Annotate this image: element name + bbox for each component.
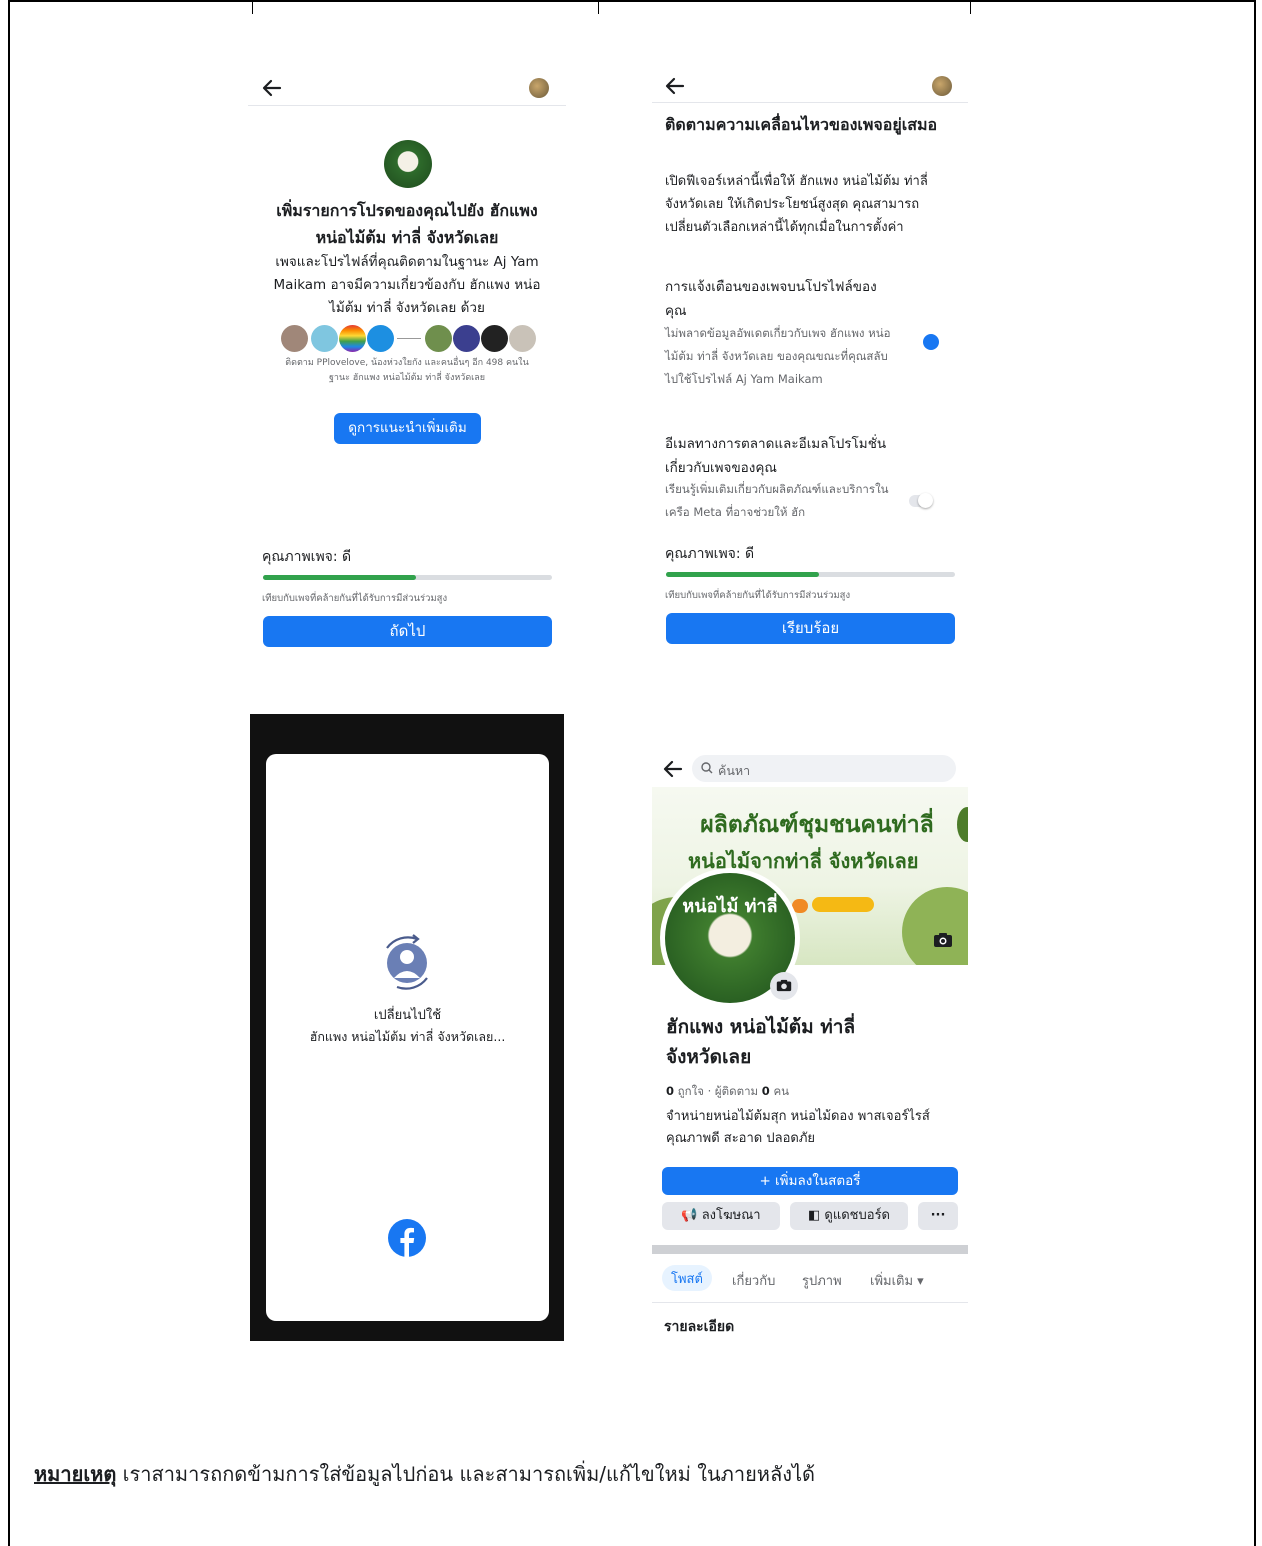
followed-avatar — [509, 325, 536, 352]
updates-description: เปิดฟีเจอร์เหล่านี้เพื่อให้ ฮักแพง หน่อไ… — [665, 174, 928, 235]
tab-more[interactable]: เพิ่มเติม ▾ — [870, 1270, 924, 1291]
screenshot-add-favorites: เพิ่มรายการโปรดของคุณไปยัง ฮักแพง หน่อไม… — [248, 65, 566, 665]
page-bio: จำหน่ายหน่อไม้ต้มสุก หน่อไม้ดอง พาสเจอร์… — [666, 1109, 930, 1146]
switching-page-name: ฮักแพง หน่อไม้ต้ม ท่าลี่ จังหวัดเลย... — [309, 1029, 506, 1044]
page-logo — [384, 140, 432, 188]
stats-separator: · — [707, 1084, 712, 1098]
dashboard-icon: ◧ — [807, 1208, 821, 1223]
screenshot-switching-profile: เปลี่ยนไปใช้ ฮักแพง หน่อไม้ต้ม ท่าลี่ จั… — [250, 714, 564, 1341]
page-stats: 0 ถูกใจ · ผู้ติดตาม 0 คน — [666, 1083, 789, 1101]
followers-unit: คน — [773, 1084, 789, 1098]
add-to-story-button[interactable]: + เพิ่มลงในสตอรี่ — [662, 1167, 958, 1195]
search-bar[interactable]: ค้นหา — [692, 755, 956, 782]
switching-label: เปลี่ยนไปใช้ — [373, 1008, 442, 1023]
footnote-label: หมายเหตุ — [34, 1462, 117, 1486]
more-options-button[interactable]: ··· — [918, 1202, 958, 1230]
followed-avatar — [311, 325, 338, 352]
likes-label: ถูกใจ — [677, 1084, 704, 1098]
page-quality-bar-fill — [263, 575, 417, 580]
followers-label: ผู้ติดตาม — [714, 1084, 759, 1098]
screenshot-page-profile: ค้นหา ผลิตภัณฑ์ชุมชนคนท่าลี่ หน่อไม้จากท… — [652, 750, 968, 1350]
megaphone-icon: 📢 — [681, 1208, 698, 1223]
search-icon — [701, 762, 713, 774]
tabs-divider — [652, 1302, 968, 1303]
table-frame — [8, 0, 1256, 1546]
switching-card: เปลี่ยนไปใช้ ฮักแพง หน่อไม้ต้ม ท่าลี่ จั… — [266, 754, 549, 1321]
header-divider — [248, 105, 566, 106]
likes-count: 0 — [666, 1084, 675, 1098]
page-name: ฮักแพง หน่อไม้ต้ม ท่าลี่ จังหวัดเลย — [666, 1016, 856, 1068]
updates-title: ติดตามความเคลื่อนไหวของเพจอยู่เสมอ — [665, 115, 938, 134]
page-quality-note: เทียบกับเพจที่คล้ายกันที่ได้รับการมีส่วน… — [262, 593, 448, 604]
camera-icon — [776, 979, 792, 992]
profile-camera-button[interactable] — [770, 972, 798, 1000]
tab-posts-label: โพสต์ — [671, 1272, 703, 1287]
followed-avatar-line — [397, 338, 421, 339]
see-more-recommendations-button[interactable]: ดูการแนะนำเพิ่มเติม — [334, 413, 481, 444]
marketing-toggle[interactable] — [909, 493, 933, 508]
camera-icon[interactable] — [933, 932, 953, 948]
setting-notifications-title: การแจ้งเตือนของเพจบนโปรไฟล์ของคุณ — [665, 279, 877, 319]
setting-marketing-title: อีเมลทางการตลาดและอีเมลโปรโมชั่นเกี่ยวกั… — [665, 436, 887, 476]
profile-avatar[interactable] — [932, 76, 952, 96]
followed-avatar — [481, 325, 508, 352]
setting-marketing-desc: เรียนรู้เพิ่มเติมเกี่ยวกับผลิตภัณฑ์และบร… — [665, 482, 889, 519]
followed-avatar — [425, 325, 452, 352]
tab-posts[interactable]: โพสต์ — [662, 1265, 712, 1291]
switch-profile-icon — [386, 934, 428, 990]
footnote: หมายเหตุ เราสามารถกดข้ามการใส่ข้อมูลไปก่… — [34, 1458, 1234, 1490]
dashboard-button[interactable]: ◧ ดูแดชบอร์ด — [790, 1202, 908, 1230]
column-divider — [970, 0, 971, 14]
followed-avatars-row — [281, 325, 541, 352]
dashboard-label: ดูแดชบอร์ด — [824, 1208, 890, 1223]
tab-photos[interactable]: รูปภาพ — [802, 1270, 842, 1291]
page-quality-note: เทียบกับเพจที่คล้ายกันที่ได้รับการมีส่วน… — [665, 590, 851, 601]
followed-avatar — [281, 325, 308, 352]
page-quality-bar-fill — [666, 572, 820, 577]
section-divider — [652, 1245, 968, 1254]
favorites-title: เพิ่มรายการโปรดของคุณไปยัง ฮักแพง หน่อไม… — [276, 201, 538, 247]
footnote-text: เราสามารถกดข้ามการใส่ข้อมูลไปก่อน และสาม… — [116, 1462, 816, 1486]
header-divider — [652, 102, 968, 103]
page-quality-label: คุณภาพเพจ: ดี — [665, 546, 755, 562]
next-button[interactable]: ถัดไป — [263, 616, 552, 647]
page-quality-bar — [666, 572, 955, 577]
cover-headline: ผลิตภัณฑ์ชุมชนคนท่าลี่ — [700, 812, 934, 838]
favorites-description: เพจและโปรไฟล์ที่คุณติดตามในฐานะ Aj Yam M… — [273, 254, 541, 316]
followed-avatar — [453, 325, 480, 352]
setting-notifications-desc: ไม่พลาดข้อมูลอัพเดตเกี่ยวกับเพจ ฮักแพง ห… — [665, 326, 891, 386]
page-quality-label: คุณภาพเพจ: ดี — [262, 549, 352, 565]
search-placeholder: ค้นหา — [718, 763, 751, 778]
arrow-left-icon[interactable] — [262, 79, 282, 97]
arrow-left-icon[interactable] — [663, 760, 683, 778]
cover-yellow-tag — [812, 897, 874, 912]
advertise-button[interactable]: 📢 ลงโฆษณา — [662, 1202, 780, 1230]
done-button[interactable]: เรียบร้อย — [666, 613, 955, 644]
column-divider — [252, 0, 253, 14]
advertise-label: ลงโฆษณา — [701, 1208, 761, 1223]
cover-leaf-edge — [957, 807, 968, 842]
column-divider — [598, 0, 599, 14]
profile-avatar[interactable] — [529, 78, 549, 98]
notifications-toggle[interactable] — [923, 334, 939, 350]
followed-avatar — [339, 325, 366, 352]
screenshot-page-updates: ติดตามความเคลื่อนไหวของเพจอยู่เสมอ เปิดฟ… — [652, 65, 968, 665]
details-heading: รายละเอียด — [664, 1319, 735, 1335]
follow-note: ติดตาม PPlovelove, น้องห่วงใยกัง และคนอื… — [285, 358, 529, 383]
arrow-left-icon[interactable] — [665, 77, 685, 95]
cover-leaves-right — [902, 887, 968, 965]
followed-avatar — [367, 325, 394, 352]
tab-about[interactable]: เกี่ยวกับ — [732, 1270, 775, 1291]
facebook-logo-icon — [388, 1219, 426, 1257]
logo-text: หน่อไม้ ท่าลี่ — [682, 896, 778, 917]
followers-count: 0 — [761, 1084, 770, 1098]
page-quality-bar — [263, 575, 552, 580]
